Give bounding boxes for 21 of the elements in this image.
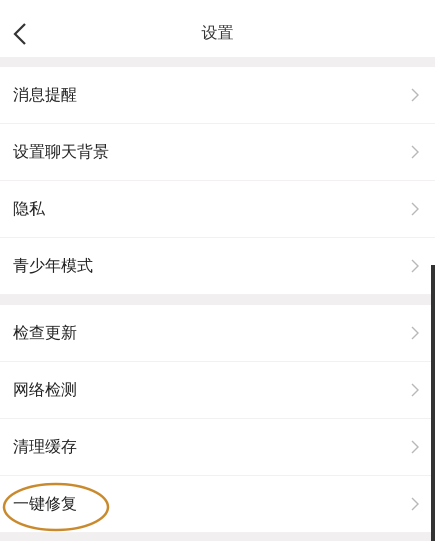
chevron-icon — [411, 259, 419, 273]
item-label: 清理缓存 — [13, 436, 77, 458]
settings-item[interactable]: 隐私 — [0, 181, 435, 238]
chevron-icon — [411, 440, 419, 454]
item-label: 检查更新 — [13, 322, 77, 344]
item-label: 网络检测 — [13, 380, 77, 400]
item-label: 青少年模式 — [13, 256, 93, 276]
page-title: 设置 — [202, 23, 234, 44]
chevron-icon — [411, 326, 419, 340]
chevron-icon — [411, 145, 419, 159]
chevron-icon — [411, 497, 419, 511]
settings-item[interactable]: 消息提醒 — [0, 67, 435, 124]
chevron-icon — [411, 383, 419, 397]
chevron-icon — [411, 202, 419, 216]
item-label: 设置聊天背景 — [13, 142, 109, 162]
item-label: 一键修复 — [13, 494, 77, 514]
back-icon[interactable] — [12, 22, 28, 46]
item-label: 隐私 — [13, 198, 45, 220]
settings-item[interactable]: 设置聊天背景 — [0, 124, 435, 181]
chevron-icon — [411, 88, 419, 102]
item-label: 消息提醒 — [13, 84, 77, 106]
